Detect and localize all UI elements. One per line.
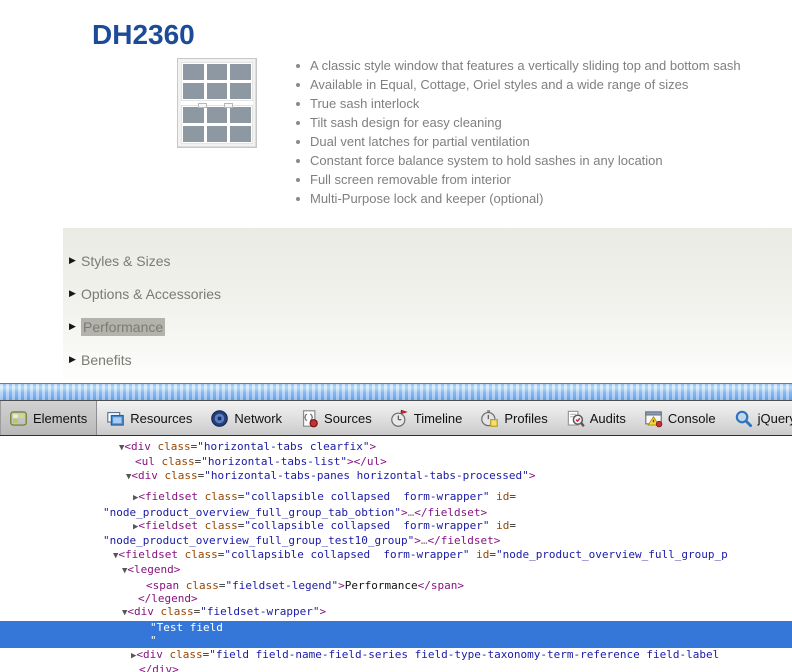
devtools-toolbar: Elements Resources Network Sources Timel… xyxy=(0,400,792,436)
feature-item: Constant force balance system to hold sa… xyxy=(293,151,788,170)
bullet-icon xyxy=(296,83,300,87)
devtools-tab-label: Timeline xyxy=(413,410,463,426)
bullet-icon xyxy=(296,178,300,182)
bullet-icon xyxy=(296,121,300,125)
jquery-icon xyxy=(734,409,753,428)
devtools-tab-profiles[interactable]: Profiles xyxy=(471,401,556,435)
triangle-right-icon: ▶ xyxy=(69,321,76,331)
accordion-label: Performance xyxy=(81,317,166,336)
accordion-item-benefits[interactable]: ▶ Benefits xyxy=(63,343,792,376)
dom-tree: ▼<div class="horizontal-tabs clearfix"> <… xyxy=(0,437,792,672)
dom-tree-line-selected[interactable]: " xyxy=(0,634,792,648)
devtools-tab-timeline[interactable]: Timeline xyxy=(381,401,472,435)
product-window-image xyxy=(177,58,257,148)
feature-item: A classic style window that features a v… xyxy=(293,56,788,75)
accordion-label: Options & Accessories xyxy=(81,285,222,302)
triangle-right-icon: ▶ xyxy=(69,288,76,298)
accordion-section: ▶ Styles & Sizes ▶ Options & Accessories… xyxy=(63,228,792,378)
dom-tree-line[interactable]: </legend> xyxy=(0,592,792,605)
devtools-tab-audits[interactable]: Audits xyxy=(557,401,635,435)
bullet-icon xyxy=(296,140,300,144)
triangle-right-icon: ▶ xyxy=(69,255,76,265)
feature-item: True sash interlock xyxy=(293,94,788,113)
resources-icon xyxy=(106,409,125,428)
dom-tree-line[interactable]: ▼<div class="horizontal-tabs clearfix"> xyxy=(0,440,792,455)
devtools-tab-label: Resources xyxy=(130,410,193,426)
feature-text: True sash interlock xyxy=(310,96,420,111)
dom-tree-line[interactable]: ▶<fieldset class="collapsible collapsed … xyxy=(0,519,792,534)
devtools-tab-label: Audits xyxy=(589,410,626,426)
dom-tree-line[interactable]: ▼<legend> xyxy=(0,563,792,578)
devtools-tab-sources[interactable]: Sources xyxy=(291,401,381,435)
devtools-tab-label: Network xyxy=(234,410,283,426)
window-top-sash xyxy=(181,62,253,101)
audits-icon xyxy=(566,409,585,428)
dom-tree-line[interactable]: "node_product_overview_full_group_tab_ob… xyxy=(0,506,792,519)
dom-tree-line[interactable]: ▼<div class="fieldset-wrapper"> xyxy=(0,605,792,620)
triangle-right-icon: ▶ xyxy=(69,354,76,364)
devtools-tab-console[interactable]: Console xyxy=(635,401,725,435)
feature-item: Full screen removable from interior xyxy=(293,170,788,189)
network-icon xyxy=(210,409,229,428)
profiles-icon xyxy=(480,409,499,428)
console-icon xyxy=(644,409,663,428)
feature-item: Multi-Purpose lock and keeper (optional) xyxy=(293,189,788,208)
devtools-tab-network[interactable]: Network xyxy=(201,401,291,435)
bullet-icon xyxy=(296,159,300,163)
bullet-icon xyxy=(296,102,300,106)
feature-text: Constant force balance system to hold sa… xyxy=(310,153,663,168)
feature-text: Multi-Purpose lock and keeper (optional) xyxy=(310,191,544,206)
accordion-item-styles-sizes[interactable]: ▶ Styles & Sizes xyxy=(63,244,792,277)
page-title: DH2360 xyxy=(92,18,195,50)
accordion-item-options-accessories[interactable]: ▶ Options & Accessories xyxy=(63,277,792,310)
window-sashes xyxy=(181,62,253,144)
devtools-tab-label: Profiles xyxy=(504,410,548,426)
dom-tree-line[interactable]: ▶<fieldset class="collapsible collapsed … xyxy=(0,490,792,505)
dom-tree-line-selected[interactable]: "Test field xyxy=(0,620,792,635)
accordion-label: Benefits xyxy=(81,351,132,368)
bullet-icon xyxy=(296,197,300,201)
window-bottom-sash xyxy=(181,105,253,144)
feature-text: Tilt sash design for easy cleaning xyxy=(310,115,502,130)
dom-tree-line[interactable]: <ul class="horizontal-tabs-list"></ul> xyxy=(0,455,792,468)
dom-tree-line[interactable]: "node_product_overview_full_group_test10… xyxy=(0,534,792,547)
dom-tree-line[interactable]: ▶<div class="field field-name-field-seri… xyxy=(0,648,792,663)
accordion-label: Styles & Sizes xyxy=(81,252,171,269)
dom-tree-line[interactable]: </div> xyxy=(0,663,792,672)
devtools-tab-jquery[interactable]: jQuery Selector Inspe xyxy=(725,401,792,435)
devtools-tab-label: Sources xyxy=(324,410,372,426)
feature-text: Full screen removable from interior xyxy=(310,172,511,187)
devtools-tab-label: Elements xyxy=(33,410,88,426)
sash-latch-icon xyxy=(224,103,233,108)
dom-tree-line[interactable]: ▼<div class="horizontal-tabs-panes horiz… xyxy=(0,469,792,484)
feature-item: Available in Equal, Cottage, Oriel style… xyxy=(293,75,788,94)
feature-text: A classic style window that features a v… xyxy=(310,58,741,73)
timeline-icon xyxy=(390,409,409,428)
dom-tree-line[interactable]: <span class="fieldset-legend">Performanc… xyxy=(0,579,792,592)
feature-item: Tilt sash design for easy cleaning xyxy=(293,113,788,132)
devtools-tab-label: Console xyxy=(667,410,716,426)
feature-text: Available in Equal, Cottage, Oriel style… xyxy=(310,77,689,92)
feature-text: Dual vent latches for partial ventilatio… xyxy=(310,134,530,149)
feature-item: Dual vent latches for partial ventilatio… xyxy=(293,132,788,151)
devtools-tab-label: jQuery Selector Inspe xyxy=(757,410,792,426)
horizontal-scrollbar[interactable] xyxy=(0,383,792,401)
sources-icon xyxy=(300,409,319,428)
elements-icon xyxy=(9,409,28,428)
bullet-icon xyxy=(296,64,300,68)
feature-list: A classic style window that features a v… xyxy=(293,56,788,208)
dom-tree-line[interactable]: ▼<fieldset class="collapsible collapsed … xyxy=(0,548,792,563)
devtools-tab-resources[interactable]: Resources xyxy=(97,401,201,435)
sash-latch-icon xyxy=(198,103,207,108)
devtools-tab-elements[interactable]: Elements xyxy=(0,401,98,435)
accordion-item-performance[interactable]: ▶ Performance xyxy=(63,310,792,343)
